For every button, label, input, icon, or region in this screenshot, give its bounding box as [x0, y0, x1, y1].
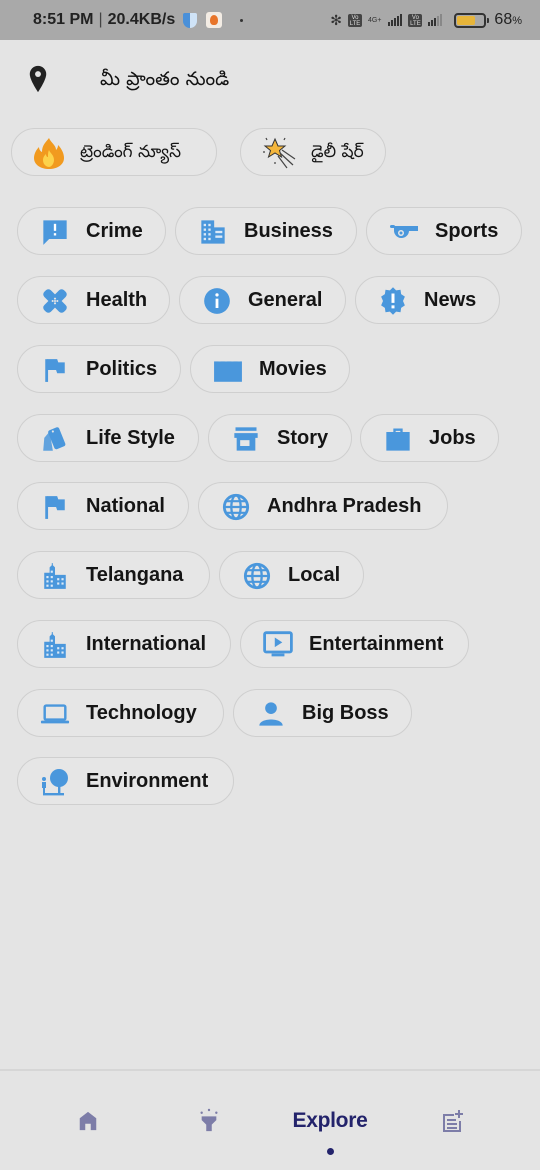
category-chip-jobs[interactable]: Jobs	[360, 414, 499, 462]
bandage-icon	[40, 286, 70, 316]
category-chip-movies[interactable]: Movies	[190, 345, 350, 393]
category-label: Life Style	[86, 427, 175, 449]
nav-explore[interactable]: Explore	[285, 1101, 375, 1141]
category-chip-national[interactable]: National	[17, 482, 189, 530]
info-icon	[202, 286, 232, 316]
chat-alert-icon	[40, 217, 70, 247]
category-label: General	[248, 289, 323, 311]
daily-share-label: డైలీ షేర్	[311, 142, 364, 162]
category-label: News	[424, 289, 477, 311]
category-chip-life-style[interactable]: Life Style	[17, 414, 199, 462]
category-label: Politics	[86, 358, 158, 380]
nav-explore-label: Explore	[292, 1109, 368, 1132]
category-label: Andhra Pradesh	[267, 495, 422, 517]
active-indicator-dot	[327, 1148, 334, 1155]
clapperboard-icon	[213, 355, 243, 385]
category-chip-crime[interactable]: Crime	[17, 207, 166, 255]
cards-icon	[40, 424, 70, 454]
category-chip-story[interactable]: Story	[208, 414, 352, 462]
category-label: Big Boss	[302, 702, 389, 724]
globe-icon	[242, 561, 272, 591]
category-chip-technology[interactable]: Technology	[17, 689, 224, 737]
category-chip-general[interactable]: General	[179, 276, 346, 324]
battery-icon	[454, 12, 490, 28]
fire-icon	[32, 136, 66, 170]
nav-post-add[interactable]	[436, 1101, 468, 1141]
category-label: Local	[288, 564, 341, 586]
category-label: Jobs	[429, 427, 476, 449]
bluetooth-icon: ✻	[330, 11, 342, 28]
location-label: మీ ప్రాంతం నుండి	[100, 68, 230, 90]
category-chip-entertainment[interactable]: Entertainment	[240, 620, 469, 668]
whistle-icon	[389, 217, 419, 247]
city-icon	[40, 630, 70, 660]
category-label: International	[86, 633, 207, 655]
category-chip-big-boss[interactable]: Big Boss	[233, 689, 412, 737]
category-chip-health[interactable]: Health	[17, 276, 170, 324]
globe-icon	[221, 492, 251, 522]
volte-icon: Vo LTE	[347, 13, 362, 27]
trending-news-label: ట్రెండింగ్ న్యూస్	[80, 142, 182, 162]
category-chip-environment[interactable]: Environment	[17, 757, 234, 805]
shooting-star-icon	[261, 135, 297, 169]
home-icon	[79, 1111, 97, 1131]
category-chip-news[interactable]: News	[355, 276, 500, 324]
bottom-nav: Explore	[0, 1071, 540, 1170]
category-label: Environment	[86, 770, 209, 792]
nav-home[interactable]	[72, 1101, 104, 1141]
category-chip-business[interactable]: Business	[175, 207, 357, 255]
signal-sim2-icon	[428, 14, 443, 26]
spotlight-icon	[200, 1108, 218, 1132]
city-icon	[40, 561, 70, 591]
category-label: Technology	[86, 702, 197, 724]
app-notification-icon	[206, 12, 223, 28]
daily-share-chip[interactable]: డైలీ షేర్	[240, 128, 386, 176]
nature-people-icon	[40, 767, 70, 797]
briefcase-icon	[383, 424, 413, 454]
category-label: National	[86, 495, 165, 517]
category-label: Crime	[86, 220, 143, 242]
laptop-icon	[40, 699, 70, 729]
category-label: Sports	[435, 220, 499, 242]
category-label: Telangana	[86, 564, 184, 586]
category-chip-international[interactable]: International	[17, 620, 231, 668]
category-chip-local[interactable]: Local	[219, 551, 364, 599]
location-pin-icon	[29, 65, 47, 93]
status-bar: 8:51 PM | 20.4KB/s ✻ Vo LTE 4G+ Vo LTE 68%	[0, 0, 540, 40]
tv-play-icon	[263, 630, 293, 660]
category-chip-politics[interactable]: Politics	[17, 345, 181, 393]
category-chip-andhra-pradesh[interactable]: Andhra Pradesh	[198, 482, 448, 530]
category-chip-telangana[interactable]: Telangana	[17, 551, 210, 599]
more-notifications-dot-icon	[240, 18, 244, 22]
category-label: Entertainment	[309, 633, 444, 655]
category-label: Story	[277, 427, 329, 449]
alert-badge-icon	[378, 286, 408, 316]
status-separator: |	[98, 11, 103, 28]
nav-spotlight[interactable]	[193, 1101, 225, 1141]
volte-sim2-icon: Vo LTE	[408, 13, 423, 27]
network-type-label: 4G+	[367, 16, 382, 24]
office-building-icon	[198, 217, 228, 247]
flag-icon	[40, 492, 70, 522]
location-row[interactable]: మీ ప్రాంతం నుండి	[0, 60, 540, 100]
network-speed: 20.4KB/s	[107, 11, 176, 28]
status-time: 8:51 PM	[33, 11, 94, 28]
category-label: Business	[244, 220, 333, 242]
signal-sim1-icon	[388, 14, 403, 26]
category-label: Movies	[259, 358, 327, 380]
battery-percent: 68%	[494, 11, 522, 28]
trending-news-chip[interactable]: ట్రెండింగ్ న్యూస్	[11, 128, 217, 176]
store-icon	[231, 424, 261, 454]
category-label: Health	[86, 289, 148, 311]
flag-icon	[40, 355, 70, 385]
category-chip-sports[interactable]: Sports	[366, 207, 522, 255]
post-add-icon	[443, 1110, 463, 1132]
shield-icon	[183, 12, 198, 28]
person-icon	[256, 699, 286, 729]
